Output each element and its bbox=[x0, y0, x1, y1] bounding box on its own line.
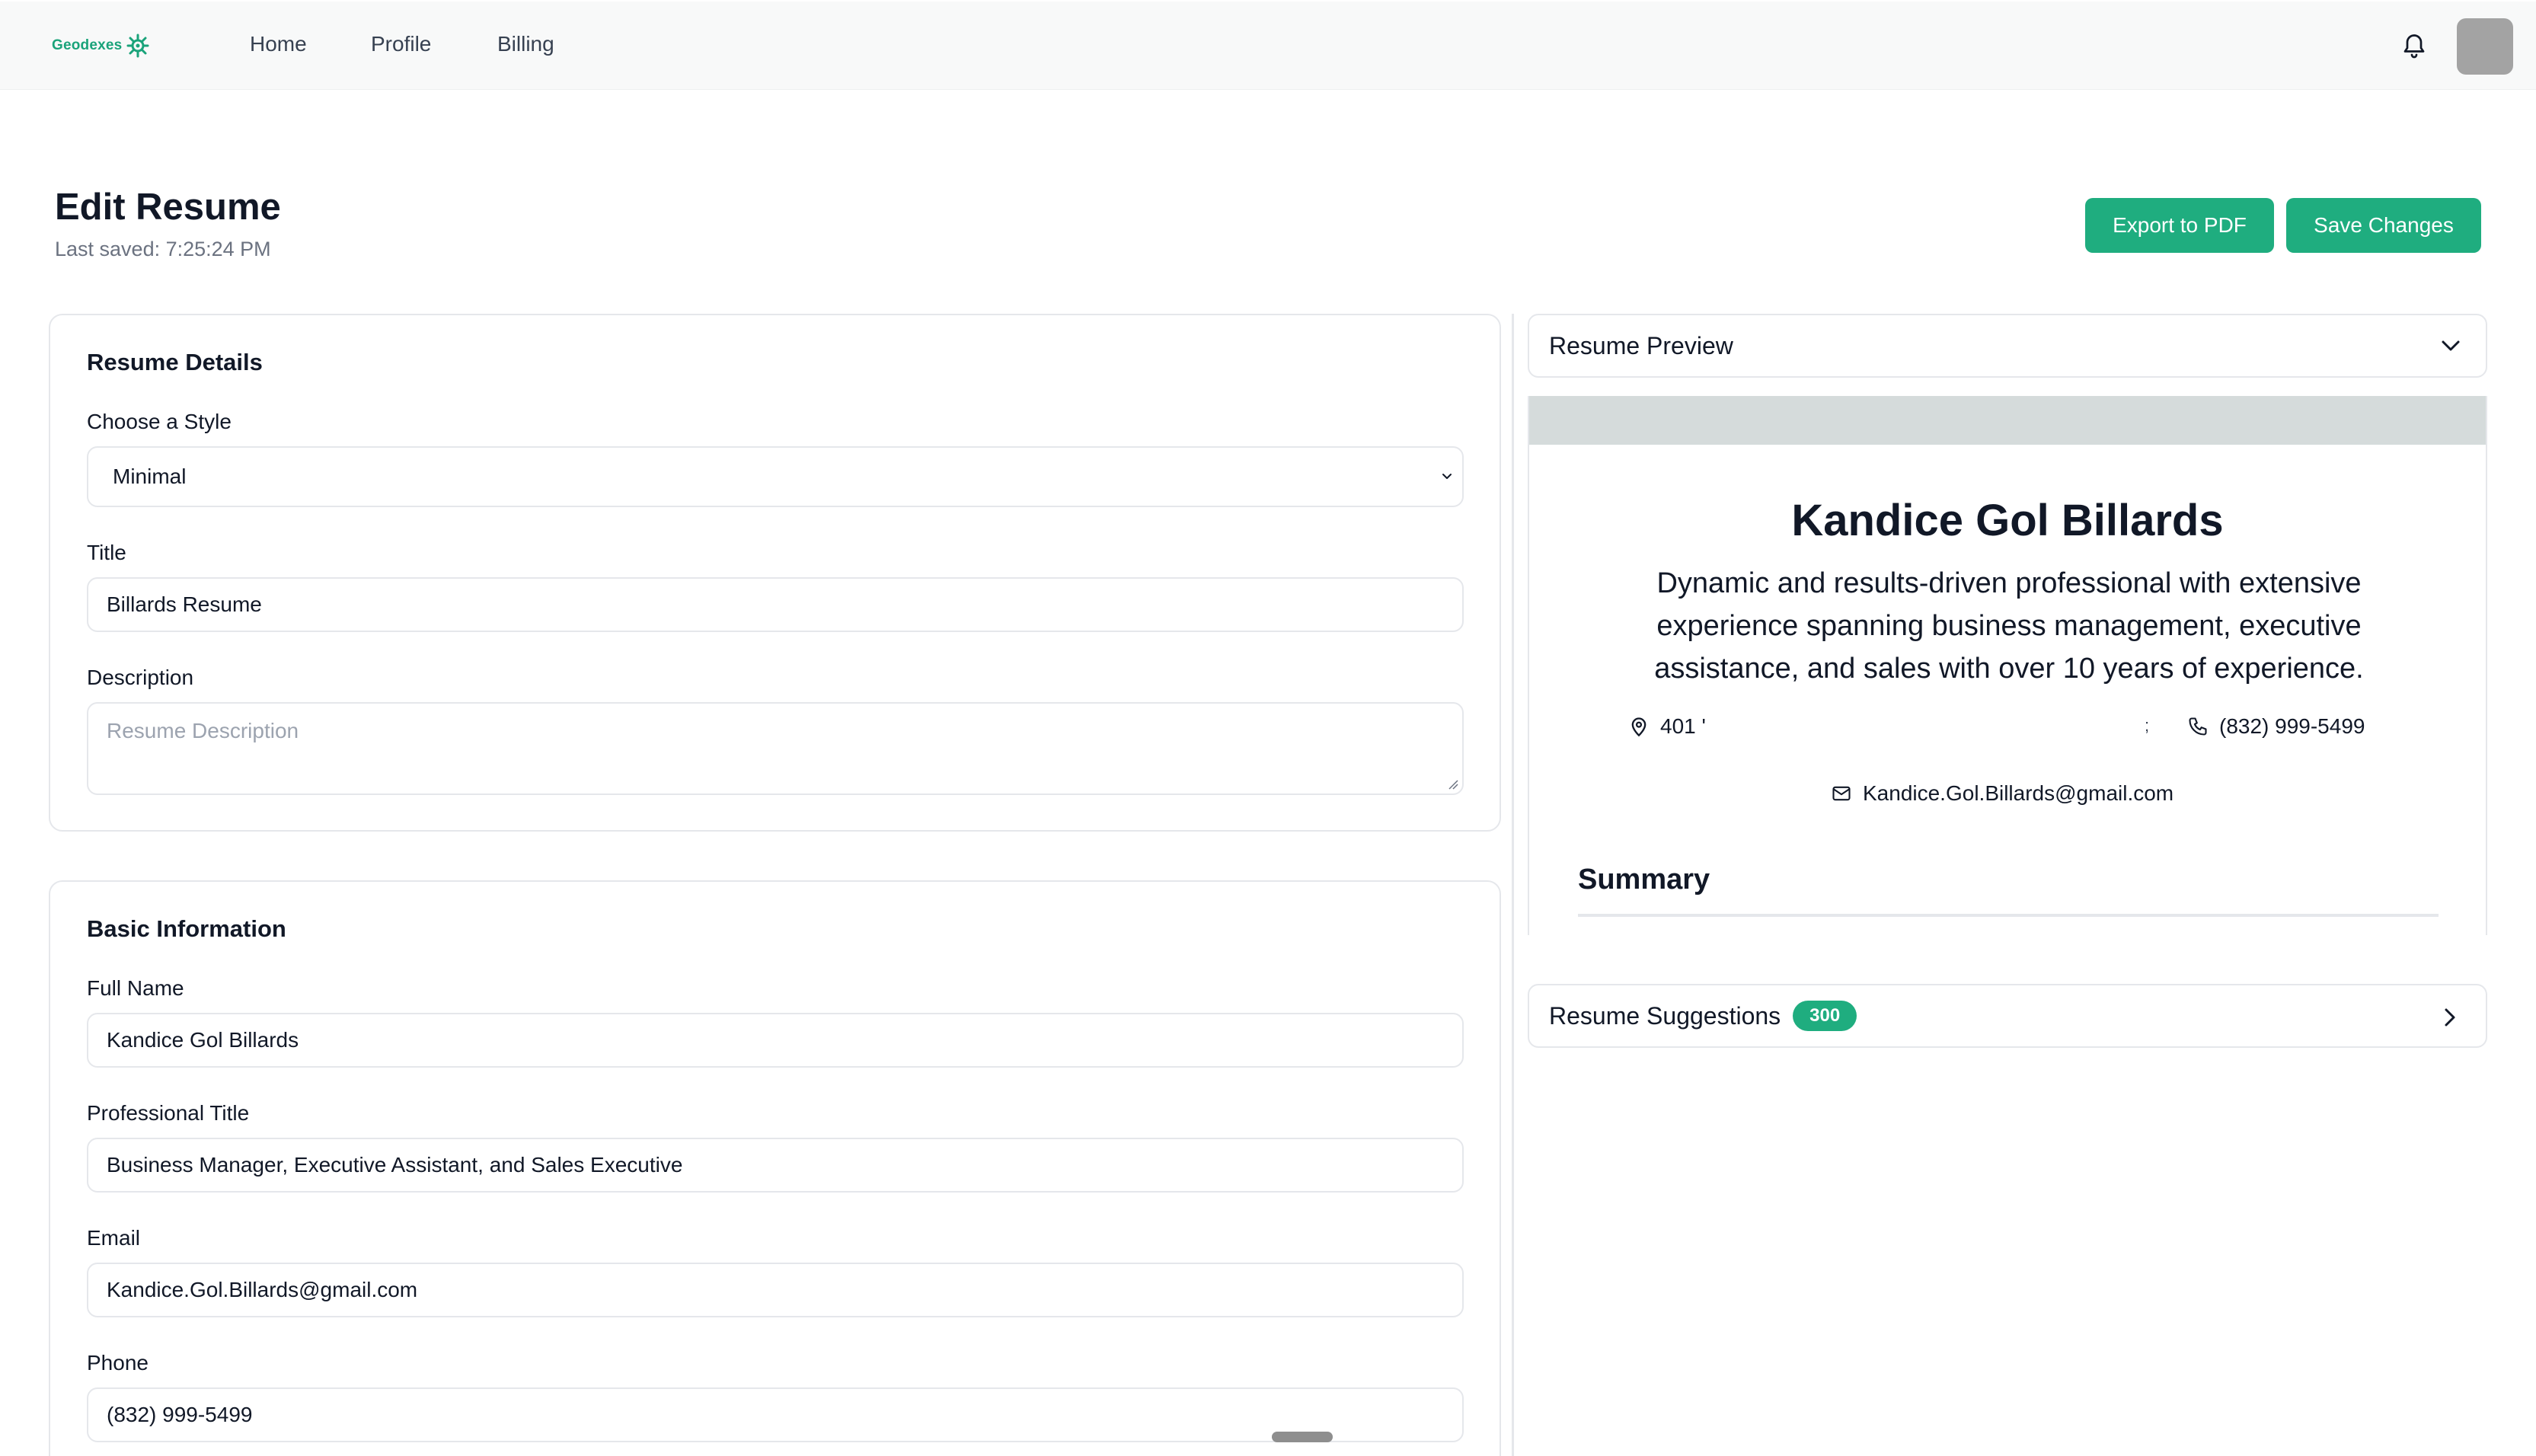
phone-input[interactable]: (832) 999-5499 bbox=[87, 1387, 1464, 1442]
title-label: Title bbox=[87, 541, 126, 564]
style-select[interactable]: Minimal bbox=[87, 446, 1464, 507]
avatar[interactable] bbox=[2457, 18, 2513, 75]
export-to-pdf-button[interactable]: Export to PDF bbox=[2085, 198, 2274, 253]
professional-title-input[interactable]: Business Manager, Executive Assistant, a… bbox=[87, 1138, 1464, 1193]
email-label: Email bbox=[87, 1226, 141, 1250]
top-navbar: Geodexes Home Profile Billing bbox=[0, 2, 2536, 90]
resume-name: Kandice Gol Billards bbox=[1791, 496, 2224, 545]
description-placeholder: Resume Description bbox=[107, 719, 299, 742]
chevron-right-icon bbox=[2445, 1008, 2455, 1027]
resume-preview-toggle[interactable]: Resume Preview bbox=[1528, 314, 2487, 378]
professional-title-label: Professional Title bbox=[87, 1101, 250, 1125]
title-input-value: Billards Resume bbox=[107, 592, 262, 616]
last-saved-text: Last saved: 7:25:24 PM bbox=[55, 238, 271, 260]
phone-value: (832) 999-5499 bbox=[107, 1403, 253, 1426]
description-textarea[interactable]: Resume Description bbox=[87, 702, 1464, 795]
nav-home-link[interactable]: Home bbox=[250, 32, 307, 56]
summary-divider bbox=[1578, 914, 2439, 917]
description-label: Description bbox=[87, 666, 194, 689]
resume-suggestions-toggle[interactable]: Resume Suggestions 300 bbox=[1528, 984, 2487, 1048]
resume-preview-title: Resume Preview bbox=[1549, 331, 1733, 359]
title-input[interactable]: Billards Resume bbox=[87, 577, 1464, 632]
resume-phone-text: (832) 999-5499 bbox=[2219, 714, 2365, 738]
resume-address-text: 401 ' bbox=[1660, 714, 1706, 738]
resume-phone: (832) 999-5499 bbox=[2187, 714, 2365, 739]
column-divider[interactable] bbox=[1512, 314, 1514, 1456]
email-input[interactable]: Kandice.Gol.Billards@gmail.com bbox=[87, 1263, 1464, 1317]
full-name-value: Kandice Gol Billards bbox=[107, 1028, 299, 1052]
resume-preview-document: Kandice Gol Billards Dynamic and results… bbox=[1528, 396, 2487, 935]
basic-information-heading: Basic Information bbox=[87, 915, 286, 942]
bell-icon[interactable] bbox=[2400, 30, 2428, 61]
resume-details-heading: Resume Details bbox=[87, 349, 263, 375]
phone-label: Phone bbox=[87, 1351, 149, 1375]
professional-title-value: Business Manager, Executive Assistant, a… bbox=[107, 1153, 683, 1177]
style-label: Choose a Style bbox=[87, 410, 232, 433]
resize-grip-icon[interactable] bbox=[1447, 778, 1459, 790]
mail-icon bbox=[1832, 786, 1851, 801]
resume-email-text: Kandice.Gol.Billards@gmail.com bbox=[1863, 781, 2174, 805]
chevron-down-icon bbox=[2442, 340, 2460, 351]
scroll-handle[interactable] bbox=[1272, 1432, 1333, 1442]
summary-heading: Summary bbox=[1578, 864, 1710, 896]
full-name-input[interactable]: Kandice Gol Billards bbox=[87, 1013, 1464, 1068]
page-title: Edit Resume bbox=[55, 187, 281, 228]
resume-email: Kandice.Gol.Billards@gmail.com bbox=[1831, 781, 2173, 806]
save-changes-button[interactable]: Save Changes bbox=[2286, 198, 2481, 253]
nav-billing-link[interactable]: Billing bbox=[497, 32, 554, 56]
preview-top-band bbox=[1529, 396, 2486, 445]
chevron-down-icon bbox=[1442, 474, 1452, 479]
logo-mark-icon bbox=[126, 34, 149, 58]
suggestions-count-badge: 300 bbox=[1793, 1001, 1857, 1031]
basic-information-card: Basic Information Full Name Kandice Gol … bbox=[49, 880, 1501, 1456]
resume-headline: Dynamic and results-driven professional … bbox=[1654, 567, 2364, 685]
email-value: Kandice.Gol.Billards@gmail.com bbox=[107, 1278, 418, 1301]
map-pin-icon bbox=[1631, 717, 1646, 737]
contact-separator: ; bbox=[2145, 716, 2150, 735]
brand-name: Geodexes bbox=[52, 37, 123, 53]
style-select-value: Minimal bbox=[113, 465, 187, 488]
brand-logo[interactable]: Geodexes bbox=[52, 34, 149, 58]
full-name-label: Full Name bbox=[87, 976, 184, 1000]
resume-suggestions-label: Resume Suggestions bbox=[1549, 1001, 1781, 1030]
phone-icon bbox=[2189, 717, 2207, 736]
resume-details-card: Resume Details Choose a Style Minimal Ti… bbox=[49, 314, 1501, 832]
resume-address: 401 ' bbox=[1628, 714, 1706, 739]
nav-profile-link[interactable]: Profile bbox=[371, 32, 431, 56]
